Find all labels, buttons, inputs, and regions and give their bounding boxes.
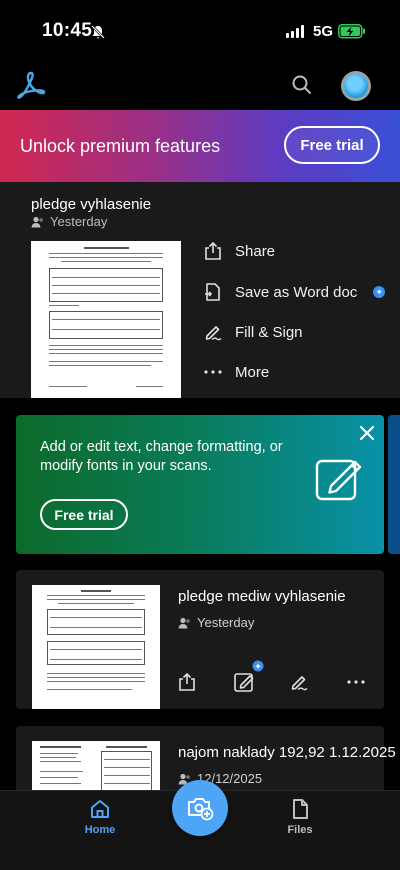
recent-document-meta: Yesterday	[31, 214, 107, 229]
fill-sign-action[interactable]: Fill & Sign	[203, 322, 303, 342]
edit-pdf-icon[interactable]: ✦	[233, 659, 267, 693]
share-icon[interactable]	[177, 672, 197, 692]
nav-files[interactable]: Files	[282, 798, 318, 836]
more-action[interactable]: More	[203, 362, 269, 382]
word-export-icon	[205, 283, 220, 301]
promo-free-trial-button[interactable]: Free trial	[40, 499, 128, 530]
status-bar: 10:45 5G	[0, 0, 400, 60]
status-time: 10:45	[42, 20, 93, 41]
fill-sign-label: Fill & Sign	[235, 323, 303, 341]
signal-icon	[286, 25, 304, 38]
battery-charging-icon	[338, 24, 365, 39]
avatar[interactable]	[341, 71, 371, 101]
save-as-word-label: Save as Word doc	[235, 283, 358, 301]
person-icon	[178, 617, 190, 628]
bell-off-icon	[91, 25, 105, 39]
adobe-acrobat-logo[interactable]	[14, 70, 48, 100]
fill-sign-icon[interactable]	[289, 672, 309, 692]
share-label: Share	[235, 242, 276, 260]
promo-text: Add or edit text, change formatting, or …	[40, 439, 283, 474]
save-as-word-action[interactable]: Save as Word doc ✦	[203, 282, 386, 302]
nav-files-label: Files	[287, 824, 313, 836]
files-icon	[293, 799, 308, 819]
document-title[interactable]: pledge mediw vyhlasenie	[178, 588, 346, 605]
fill-sign-icon	[205, 326, 222, 341]
network-type: 5G	[313, 23, 334, 40]
premium-badge-icon: ✦	[373, 286, 386, 298]
home-icon	[91, 800, 109, 818]
document-thumbnail[interactable]	[32, 585, 160, 709]
scan-camera-button[interactable]	[172, 780, 228, 836]
camera-add-icon	[188, 798, 214, 821]
person-icon	[31, 216, 43, 227]
more-icon[interactable]	[346, 672, 366, 692]
premium-free-trial-button[interactable]: Free trial	[284, 126, 380, 164]
app-header	[0, 60, 400, 110]
recent-document-title[interactable]: pledge vyhlasenie	[31, 196, 151, 213]
edit-document-icon	[315, 459, 362, 501]
premium-banner-text: Unlock premium features	[20, 136, 221, 156]
recent-document-date: Yesterday	[50, 214, 108, 229]
more-label: More	[235, 363, 270, 381]
nav-home[interactable]: Home	[83, 798, 117, 836]
more-icon	[204, 370, 222, 374]
svg-text:✦: ✦	[254, 663, 262, 673]
share-action[interactable]: Share	[203, 241, 275, 261]
search-icon[interactable]	[290, 73, 314, 97]
nav-home-label: Home	[84, 824, 116, 836]
close-icon[interactable]	[357, 423, 377, 443]
document-title[interactable]: najom naklady 192,92 1.12.2025	[178, 744, 396, 761]
next-promo-card-edge	[388, 415, 400, 554]
recent-document-thumbnail[interactable]	[31, 241, 181, 398]
document-meta: Yesterday	[178, 615, 254, 630]
share-icon	[205, 241, 221, 260]
document-date: Yesterday	[197, 615, 255, 630]
